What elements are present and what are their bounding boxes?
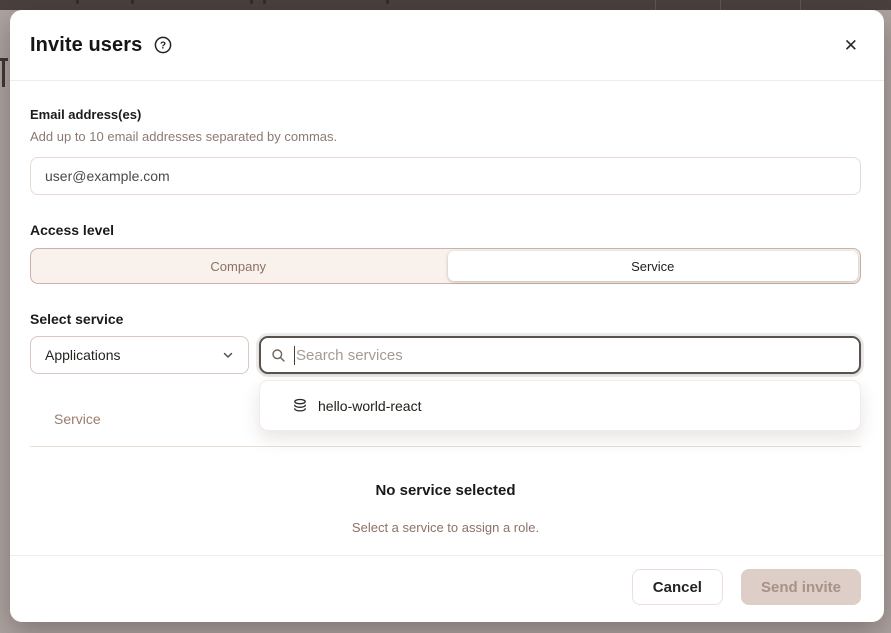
background-top-nav <box>0 0 891 10</box>
background-text-remnant <box>250 0 253 4</box>
close-icon[interactable]: ✕ <box>840 33 862 58</box>
empty-state-title: No service selected <box>30 482 861 499</box>
service-result-item[interactable]: hello-world-react <box>260 381 860 430</box>
access-level-toggle: Company Service <box>30 248 861 284</box>
top-nav-divider <box>800 0 801 10</box>
access-option-company[interactable]: Company <box>31 249 446 283</box>
top-nav-divider <box>655 0 656 10</box>
search-results-dropdown: hello-world-react <box>259 380 861 431</box>
dim-backdrop: Invite users ? ✕ Email address(es) Add u… <box>0 0 891 633</box>
search-icon <box>271 348 286 363</box>
text-cursor <box>294 346 295 365</box>
background-text-remnant <box>263 0 266 4</box>
invite-users-dialog: Invite users ? ✕ Email address(es) Add u… <box>10 10 884 622</box>
email-label: Email address(es) <box>30 107 861 122</box>
cancel-button[interactable]: Cancel <box>632 569 723 605</box>
dialog-footer: Cancel Send invite <box>10 555 884 622</box>
service-result-name: hello-world-react <box>318 398 421 414</box>
table-divider <box>30 446 861 447</box>
empty-state: No service selected Select a service to … <box>30 482 861 535</box>
background-text-remnant <box>386 0 389 4</box>
dialog-body: Email address(es) Add up to 10 email add… <box>10 81 884 535</box>
email-helper-text: Add up to 10 email addresses separated b… <box>30 129 861 144</box>
email-field[interactable] <box>30 157 861 195</box>
dialog-title: Invite users <box>30 34 142 57</box>
select-service-label: Select service <box>30 311 861 327</box>
background-text-remnant <box>76 0 79 4</box>
background-text-remnant <box>131 0 134 4</box>
dialog-header: Invite users ? ✕ <box>10 10 884 80</box>
background-page-remnant <box>0 58 8 90</box>
svg-text:?: ? <box>160 41 166 52</box>
chevron-down-icon <box>221 348 235 362</box>
access-level-label: Access level <box>30 222 861 238</box>
service-type-value: Applications <box>45 347 121 363</box>
empty-state-subtitle: Select a service to assign a role. <box>30 520 861 535</box>
service-search-field[interactable] <box>296 347 849 364</box>
top-nav-divider <box>720 0 721 10</box>
service-search-area: hello-world-react <box>259 336 861 374</box>
send-invite-button[interactable]: Send invite <box>741 569 861 605</box>
help-icon[interactable]: ? <box>154 36 172 54</box>
service-type-dropdown[interactable]: Applications <box>30 336 249 374</box>
service-picker-row: Applications <box>30 336 861 374</box>
layers-icon <box>292 398 308 414</box>
service-search-input[interactable] <box>259 336 861 374</box>
access-option-service[interactable]: Service <box>448 251 859 281</box>
